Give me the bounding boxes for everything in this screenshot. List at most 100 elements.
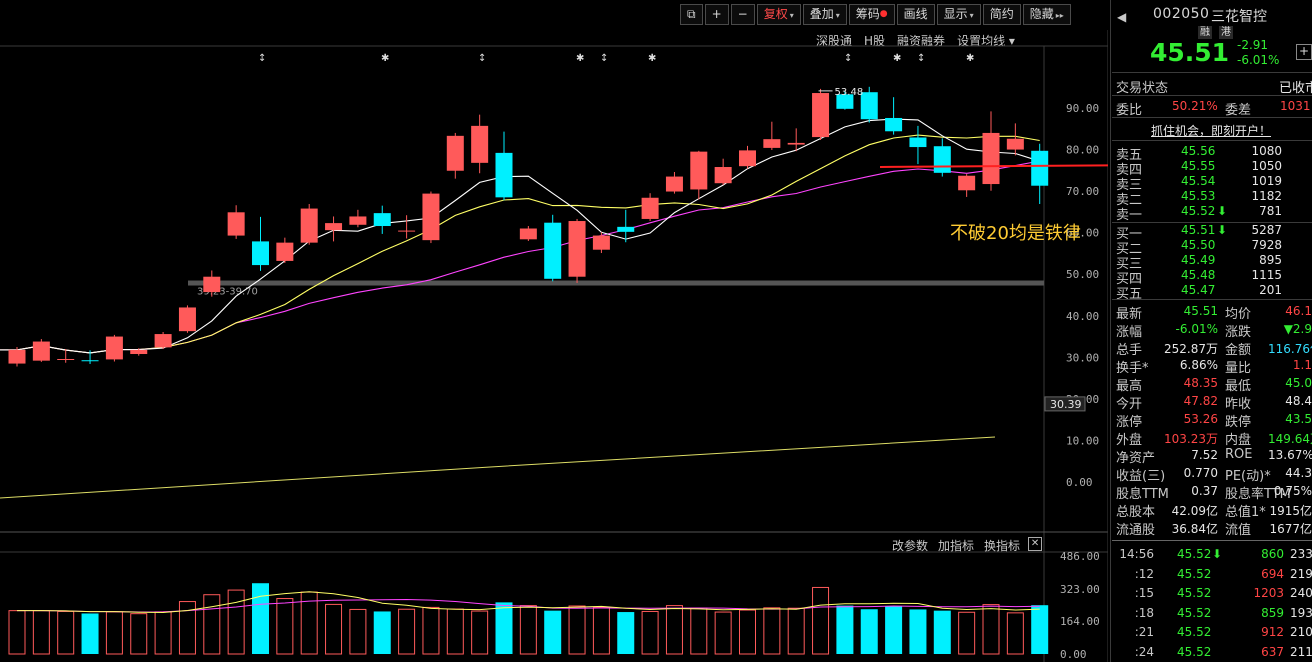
volume-bar-up xyxy=(130,613,148,655)
tick-time: :12 xyxy=(1134,566,1154,581)
weibi-label: 委比 xyxy=(1116,103,1143,118)
candle-up xyxy=(568,221,586,277)
edit-params-button[interactable]: 改参数 xyxy=(892,537,928,554)
tick-time: :24 xyxy=(1134,644,1154,659)
tick-volume: 860 xyxy=(1261,547,1284,561)
stat-label: 内盘 xyxy=(1225,433,1252,448)
event-marker-icon: ↕ xyxy=(478,53,486,64)
candle-up xyxy=(349,216,367,225)
ask-price: 45.53 xyxy=(1181,189,1216,203)
tick-volume: 694 xyxy=(1261,566,1284,581)
stat-label: ROE xyxy=(1225,447,1253,462)
screenshot-icon[interactable]: ⧉ xyxy=(680,4,703,25)
event-marker-icon: ✱ xyxy=(576,53,584,64)
candle-up xyxy=(105,336,123,360)
bid-price: 45.51 xyxy=(1181,223,1216,237)
stat-value: 0.75% xyxy=(1273,484,1312,498)
simple-button[interactable]: 简约 xyxy=(982,4,1021,25)
stat-value: 48.4 xyxy=(1285,394,1312,408)
stat-value: 6.86% xyxy=(1179,358,1218,372)
event-marker-icon: ✱ xyxy=(893,53,901,64)
candle-up xyxy=(787,142,805,145)
divider xyxy=(1112,299,1312,300)
stock-name: 三花智控 xyxy=(1211,9,1267,25)
ask-volume: 1019 xyxy=(1251,174,1282,188)
candle-up xyxy=(130,349,148,355)
stat-value: 149.64万 xyxy=(1268,432,1312,446)
weicha-label: 委差 xyxy=(1225,103,1252,118)
zoom-in-button[interactable]: + xyxy=(704,4,729,25)
tick-count: 211 xyxy=(1290,644,1312,659)
switch-indicator-button[interactable]: 换指标 xyxy=(984,537,1020,554)
notification-dot-icon: ● xyxy=(879,9,888,19)
volume-bar-up xyxy=(446,608,464,655)
left-arrow-icon[interactable]: ◀ xyxy=(1117,10,1126,24)
down-arrow-icon: ⬇ xyxy=(1212,547,1223,561)
candle-up xyxy=(32,341,50,361)
candle-down xyxy=(1031,150,1049,186)
ma250-line xyxy=(0,436,996,499)
bid-volume: 7928 xyxy=(1251,238,1282,252)
volume-bar-up xyxy=(276,598,294,655)
volume-bar-down xyxy=(373,611,391,654)
zoom-out-button[interactable]: − xyxy=(730,4,755,25)
candle-down xyxy=(495,152,513,198)
down-arrow-icon: ⬇ xyxy=(1217,223,1228,237)
divider xyxy=(1112,222,1312,223)
stat-value: 1677亿 xyxy=(1269,522,1312,536)
down-arrow-icon: ⬇ xyxy=(1217,204,1228,218)
candle-up xyxy=(8,349,26,364)
draw-line-button[interactable]: 画线 xyxy=(896,4,935,25)
pointer-arrow xyxy=(879,164,1108,168)
overlay-button[interactable]: 叠加 ▾ xyxy=(802,4,847,25)
event-marker-icon: ↕ xyxy=(917,53,925,64)
volume-bar-up xyxy=(227,589,245,655)
volume-bar-up xyxy=(1006,612,1024,655)
candle-up xyxy=(325,223,343,231)
candle-up xyxy=(300,208,318,243)
stat-label: 最低 xyxy=(1225,379,1252,394)
divider xyxy=(1112,140,1312,141)
candle-up xyxy=(665,176,683,192)
chips-button[interactable]: 筹码● xyxy=(848,4,895,25)
trade-status-value: 已收市 xyxy=(1279,81,1312,96)
kline-chart[interactable]: 90.0080.0070.0060.0050.0040.0030.0020.00… xyxy=(0,30,1108,662)
volume-bar-down xyxy=(617,612,635,654)
add-watchlist-button[interactable]: + xyxy=(1296,44,1312,60)
close-icon[interactable]: ✕ xyxy=(1028,537,1043,551)
stat-value: 45.0 xyxy=(1285,376,1312,390)
volume-bar-up xyxy=(592,606,610,655)
display-button[interactable]: 显示 ▾ xyxy=(936,4,981,25)
volume-bar-up xyxy=(398,608,416,655)
current-price-tag-text: 30.39 xyxy=(1050,398,1082,411)
stat-label: PE(动)* xyxy=(1225,469,1271,484)
volume-axis-label: 0.00 xyxy=(1060,648,1087,661)
trade-status-label: 交易状态 xyxy=(1116,81,1169,96)
bid-volume: 1115 xyxy=(1251,268,1282,282)
add-indicator-button[interactable]: 加指标 xyxy=(938,537,974,554)
last-price: 45.51 xyxy=(1150,38,1230,67)
volume-bar-up xyxy=(519,605,537,655)
price-axis-label: 70.00 xyxy=(1066,185,1099,198)
volume-bar-down xyxy=(909,609,927,654)
candle-up xyxy=(812,93,830,138)
tick-price: 45.52 xyxy=(1177,586,1212,600)
ask-price: 45.56 xyxy=(1181,144,1216,158)
open-account-link[interactable]: 抓住机会，即刻开户！ xyxy=(1151,122,1271,139)
fuquan-button[interactable]: 复权 ▾ xyxy=(756,4,801,25)
bid-price: 45.50 xyxy=(1181,238,1216,252)
volume-bar-down xyxy=(1031,605,1049,654)
candle-up xyxy=(763,139,781,148)
ask-volume: 1182 xyxy=(1251,189,1282,203)
volume-bar-up xyxy=(714,611,732,655)
volume-bar-up xyxy=(812,586,830,655)
candle-up xyxy=(982,132,1000,185)
price-change: -2.91 xyxy=(1237,38,1269,52)
volume-bar-up xyxy=(203,594,221,655)
bid-price: 45.48 xyxy=(1181,268,1216,282)
event-marker-icon: ↕ xyxy=(258,53,266,64)
hide-button[interactable]: 隐藏 ▸▸ xyxy=(1022,4,1071,25)
ask-volume: 781 xyxy=(1259,204,1282,218)
volume-bar-up xyxy=(349,608,367,655)
price-axis-label: 80.00 xyxy=(1066,144,1099,157)
